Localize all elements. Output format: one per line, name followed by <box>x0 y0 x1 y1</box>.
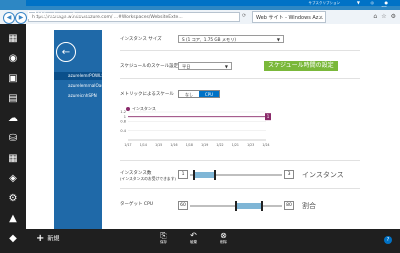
language-icon[interactable]: ◎ <box>371 0 375 6</box>
delete-icon: ⊗ <box>220 231 227 240</box>
instance-min-input[interactable]: 1 <box>178 170 188 179</box>
delete-button[interactable]: ⊗ 削除 <box>220 231 227 245</box>
instance-slider-fill <box>194 172 216 178</box>
metric-cpu-option[interactable]: CPU <box>199 91 219 97</box>
tab-close-icon[interactable]: × <box>319 12 323 22</box>
help-icon[interactable]: ? <box>384 236 392 244</box>
chevron-down-icon: ▼ <box>224 64 228 69</box>
user-icon[interactable]: ● <box>385 0 389 6</box>
service-bus-icon[interactable]: ▲ <box>4 210 22 226</box>
undo-label: 破棄 <box>190 240 197 244</box>
x-tick-label: 1/18 <box>186 143 193 147</box>
instance-min-thumb[interactable] <box>193 170 195 180</box>
schedule-select[interactable]: 平日 ▼ <box>178 62 232 70</box>
cpu-min-input[interactable]: 60 <box>178 201 188 210</box>
plus-icon: + <box>36 233 45 244</box>
y-tick-label: 0.8 <box>120 120 126 124</box>
gear-icon[interactable]: ⚙ <box>391 13 396 20</box>
command-bar <box>26 229 400 253</box>
chevron-down-icon: ▼ <box>276 37 280 42</box>
delete-label: 削除 <box>220 240 227 244</box>
subscription-label[interactable]: サブスクリプション <box>309 0 341 6</box>
end-marker-label: 1 <box>267 114 270 119</box>
list-item[interactable]: azureicnhSPN <box>54 92 102 100</box>
cpu-min-thumb[interactable] <box>235 201 237 211</box>
storage-icon[interactable]: ▦ <box>4 150 22 166</box>
instance-size-label: インスタンス サイズ <box>120 37 162 42</box>
instance-units-label: インスタンス <box>302 171 344 179</box>
divider <box>120 160 360 161</box>
visual-studio-icon[interactable]: ◆ <box>4 230 22 246</box>
instance-size-value: S (1 コア、1.75 GB メモリ) <box>182 37 237 42</box>
cpu-max-thumb[interactable] <box>261 201 263 211</box>
cpu-slider-fill <box>236 203 262 209</box>
sql-databases-icon[interactable]: ⛁ <box>4 130 22 146</box>
portal-topbar: サブスクリプション ▼ ◎ ● <box>26 0 400 6</box>
x-tick-label: 1/21 <box>232 143 239 147</box>
new-label: 新規 <box>47 235 60 243</box>
metric-scale-label: メトリックによるスケール <box>120 92 174 97</box>
target-cpu-label: ターゲット CPU <box>120 202 154 207</box>
app-brand: Windows Azure <box>38 11 92 19</box>
virtual-machines-icon[interactable]: ▣ <box>4 70 22 86</box>
browser-tab[interactable]: Web サイト - Windows Az... × <box>252 11 326 23</box>
instance-max-input[interactable]: 3 <box>284 170 294 179</box>
instance-size-select[interactable]: S (1 コア、1.75 GB メモリ) ▼ <box>178 35 284 43</box>
divider <box>120 50 360 51</box>
tab-title: Web サイト - Windows Az... <box>256 15 324 21</box>
filter-icon[interactable]: ▼ <box>357 0 360 6</box>
instance-count-sub: (インスタンスのお受けできます) <box>120 176 176 181</box>
websites-icon[interactable]: ◉ <box>4 50 22 66</box>
back-arrow-icon[interactable]: ← <box>56 42 76 62</box>
x-tick-label: 1/15 <box>155 143 162 147</box>
media-services-icon[interactable]: ⚙ <box>4 190 22 206</box>
x-tick-label: 1/16 <box>170 143 177 147</box>
y-tick-label: 0.4 <box>120 129 126 133</box>
metric-toggle[interactable]: なし CPU <box>178 90 220 98</box>
x-tick-label: 1/14 <box>140 143 147 147</box>
hdinsight-icon[interactable]: ◈ <box>4 170 22 186</box>
x-tick-label: 1/23 <box>247 143 254 147</box>
new-button[interactable]: + 新規 <box>36 234 59 245</box>
x-tick-label: 1/22 <box>216 143 223 147</box>
x-tick-label: 1/17 <box>124 143 131 147</box>
x-tick-label: 1/19 <box>201 143 208 147</box>
instance-max-thumb[interactable] <box>214 170 216 180</box>
x-tick-label: 1/24 <box>262 143 269 147</box>
cpu-units-label: 割合 <box>302 202 316 210</box>
undo-icon: ↶ <box>190 231 197 240</box>
favorites-icon[interactable]: ☆ <box>381 13 386 20</box>
instance-chart: 1.210.80.41/17 1/14 1/15 1/16 1/18 1/19 1/22 1/… <box>120 110 271 147</box>
all-items-icon[interactable]: ▦ <box>4 30 22 46</box>
list-item[interactable]: azurelemrnalOasis&... <box>54 82 102 90</box>
refresh-icon[interactable]: ⟳ <box>242 13 246 19</box>
schedule-value: 平日 <box>182 64 191 69</box>
forward-icon[interactable]: ▶ <box>15 12 27 24</box>
save-label: 保存 <box>160 240 167 244</box>
windows-logo-icon <box>28 11 36 19</box>
undo-button[interactable]: ↶ 破棄 <box>190 231 197 245</box>
y-tick-label: 1.2 <box>120 110 126 114</box>
metric-none-option[interactable]: なし <box>179 91 199 97</box>
home-icon[interactable]: ⌂ <box>373 13 377 20</box>
divider <box>120 188 360 189</box>
list-item[interactable]: azurelemrPOWLS <box>54 72 102 80</box>
divider <box>120 78 360 79</box>
mobile-services-icon[interactable]: ▤ <box>4 90 22 106</box>
left-sidebar: ▦ ◉ ▣ ▤ ☁ ⛁ ▦ ◈ ⚙ ▲ ◆ <box>0 24 26 253</box>
save-button[interactable]: ⎘ 保存 <box>160 231 167 245</box>
schedule-time-button[interactable]: スケジュール時間の設定 <box>264 61 338 71</box>
y-tick-label: 1 <box>124 115 126 119</box>
cloud-services-icon[interactable]: ☁ <box>4 110 22 126</box>
cpu-max-input[interactable]: 80 <box>284 201 294 210</box>
browser-toolbar-icons: ⌂ ☆ ⚙ <box>373 13 396 20</box>
back-icon[interactable]: ◀ <box>3 12 15 24</box>
save-icon: ⎘ <box>160 231 167 240</box>
